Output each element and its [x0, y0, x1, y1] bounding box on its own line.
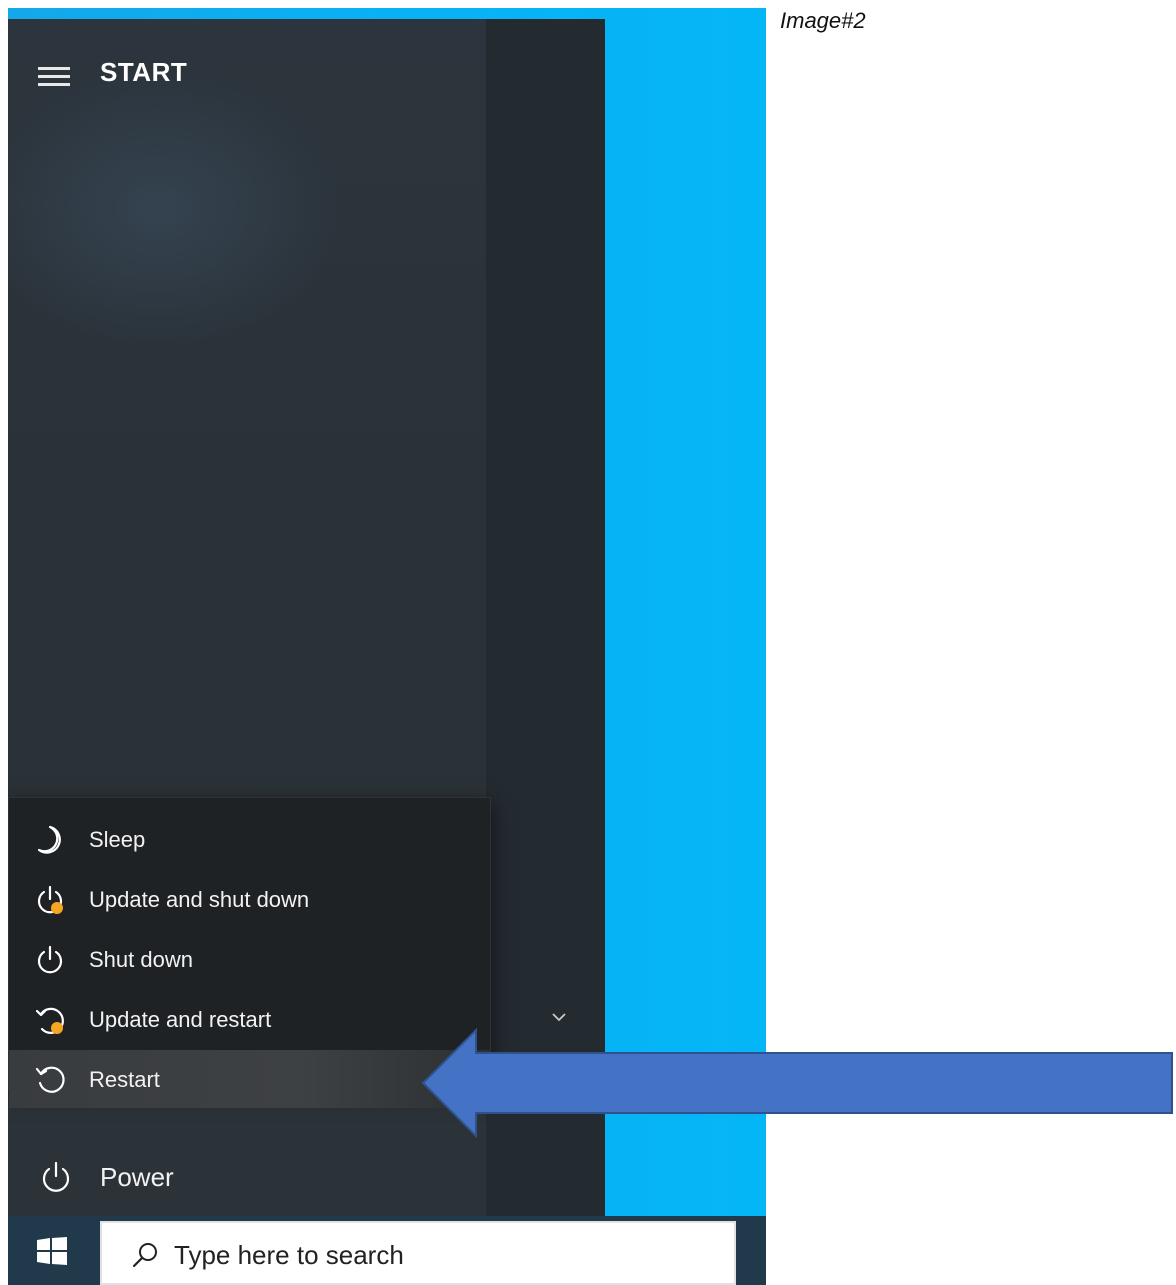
- power-option-label: Restart: [89, 1067, 160, 1092]
- power-button[interactable]: Power: [8, 1147, 486, 1207]
- image-caption: Image#2: [780, 8, 866, 33]
- taskbar-search-box[interactable]: Type here to search: [100, 1221, 736, 1285]
- annotation-arrow: [421, 1027, 1173, 1139]
- power-icon: [37, 945, 63, 974]
- sleep-moon-icon: [37, 825, 61, 854]
- power-option-update-and-shut-down[interactable]: Update and shut down: [9, 870, 490, 928]
- chevron-down-icon[interactable]: [548, 1009, 570, 1025]
- taskbar: Type here to search: [8, 1216, 766, 1285]
- power-button-label: Power: [100, 1162, 174, 1192]
- power-option-update-and-restart[interactable]: Update and restart: [9, 990, 490, 1048]
- power-option-sleep[interactable]: Sleep: [9, 810, 490, 868]
- power-option-label: Shut down: [89, 947, 193, 972]
- search-placeholder: Type here to search: [174, 1240, 404, 1270]
- power-option-label: Update and restart: [89, 1007, 272, 1032]
- hamburger-icon[interactable]: [38, 65, 70, 89]
- start-button[interactable]: [8, 1216, 98, 1285]
- power-option-restart[interactable]: Restart: [9, 1050, 490, 1108]
- windows-logo-icon: [37, 1237, 67, 1265]
- restart-icon: [35, 1066, 65, 1093]
- power-option-shut-down[interactable]: Shut down: [9, 930, 490, 988]
- power-icon: [42, 1161, 70, 1192]
- power-option-label: Sleep: [89, 827, 146, 852]
- start-title: START: [100, 57, 188, 87]
- power-option-label: Update and shut down: [89, 887, 310, 912]
- update-shutdown-icon: [37, 885, 63, 914]
- search-icon: [132, 1243, 157, 1268]
- update-restart-icon: [35, 1007, 64, 1034]
